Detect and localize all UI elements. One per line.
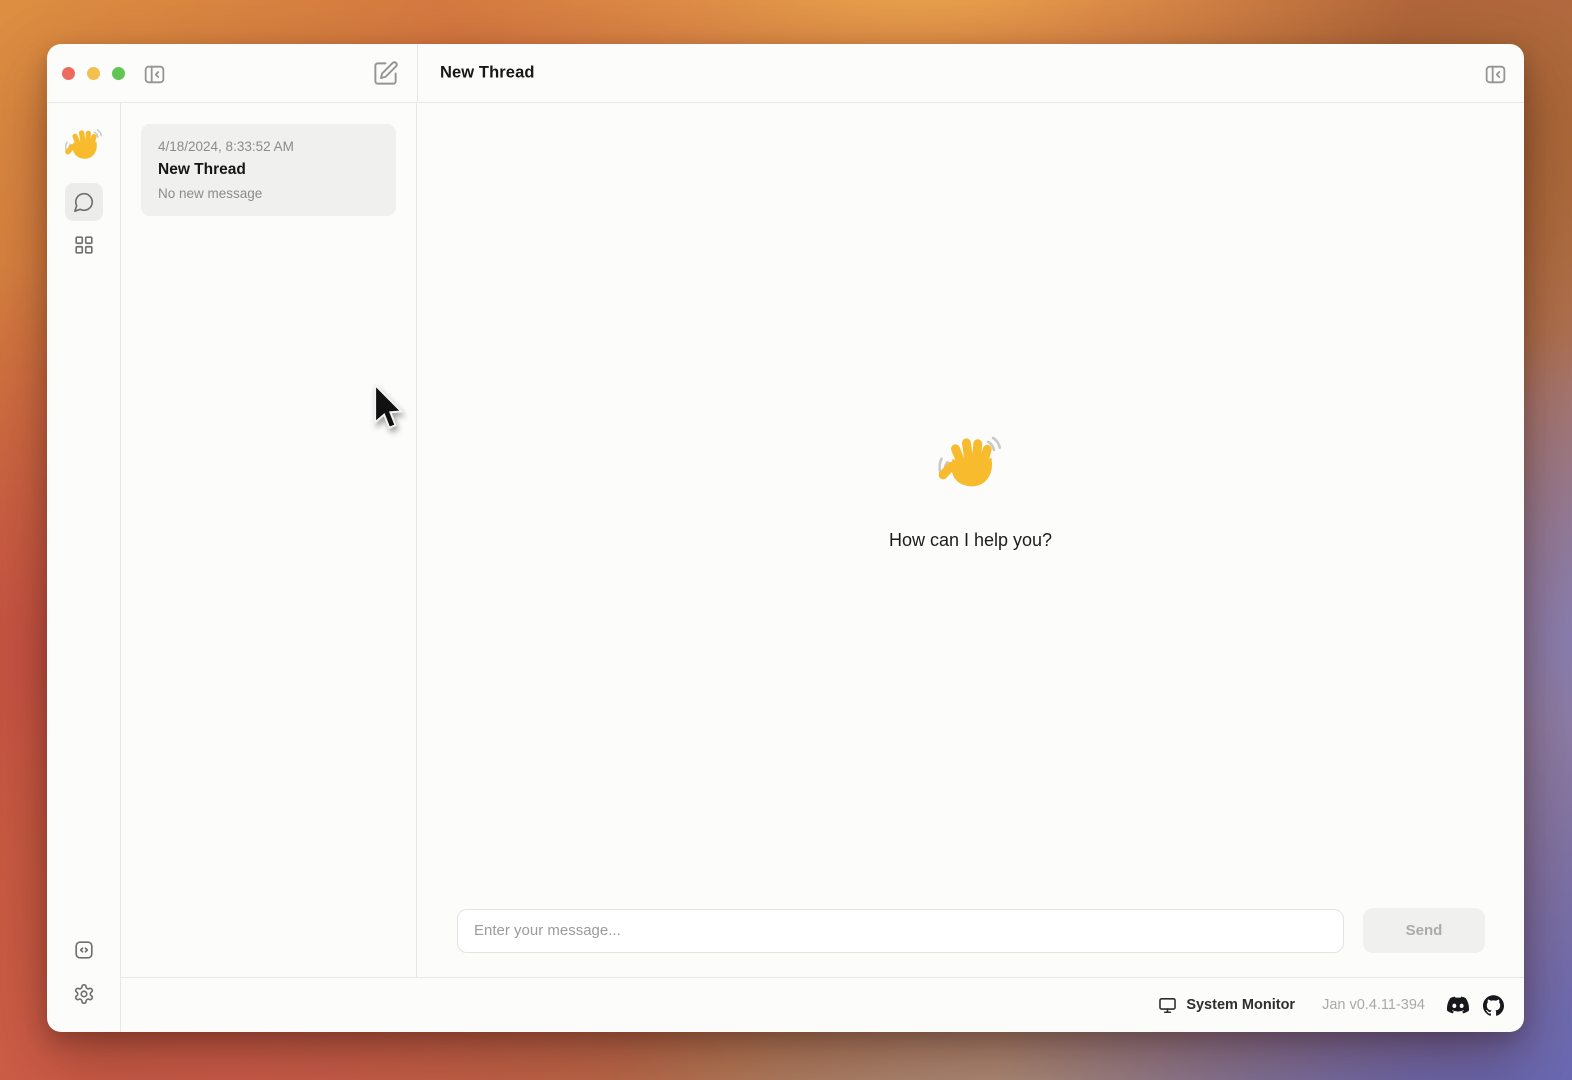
edit-pen-icon bbox=[372, 60, 399, 87]
github-icon bbox=[1483, 995, 1504, 1016]
tab-settings[interactable] bbox=[65, 975, 103, 1013]
thread-list-panel: 4/18/2024, 8:33:52 AM New Thread No new … bbox=[121, 103, 417, 977]
traffic-lights bbox=[62, 67, 125, 80]
panel-collapse-right-icon bbox=[1483, 62, 1508, 87]
app-logo-wave-emoji bbox=[65, 127, 103, 165]
system-monitor-button[interactable]: System Monitor bbox=[1158, 996, 1295, 1015]
code-square-icon bbox=[73, 939, 95, 961]
thread-subtitle: No new message bbox=[158, 186, 379, 201]
app-version-label: Jan v0.4.11-394 bbox=[1322, 997, 1425, 1013]
system-monitor-label: System Monitor bbox=[1186, 997, 1295, 1013]
discord-icon bbox=[1447, 994, 1469, 1016]
right-column: 4/18/2024, 8:33:52 AM New Thread No new … bbox=[121, 103, 1524, 1032]
empty-state-greeting: How can I help you? bbox=[889, 433, 1052, 551]
greeting-text: How can I help you? bbox=[889, 530, 1052, 551]
tab-local-api-server[interactable] bbox=[65, 931, 103, 969]
page-title: New Thread bbox=[440, 64, 535, 83]
tab-hub[interactable] bbox=[65, 226, 103, 264]
status-bar: System Monitor Jan v0.4.11-394 bbox=[121, 977, 1524, 1032]
title-bar: New Thread bbox=[47, 44, 1524, 103]
tab-threads[interactable] bbox=[65, 183, 103, 221]
left-ribbon bbox=[47, 103, 121, 1032]
thread-timestamp: 4/18/2024, 8:33:52 AM bbox=[158, 139, 379, 154]
new-thread-button[interactable] bbox=[371, 59, 399, 87]
send-button[interactable]: Send bbox=[1363, 908, 1485, 953]
workspace: 4/18/2024, 8:33:52 AM New Thread No new … bbox=[121, 103, 1524, 977]
discord-link[interactable] bbox=[1447, 994, 1469, 1016]
gear-icon bbox=[73, 983, 95, 1005]
titlebar-divider bbox=[417, 44, 418, 102]
monitor-icon bbox=[1158, 996, 1177, 1015]
message-input[interactable] bbox=[457, 909, 1344, 953]
close-window-button[interactable] bbox=[62, 67, 75, 80]
minimize-window-button[interactable] bbox=[87, 67, 100, 80]
panel-collapse-left-icon bbox=[142, 62, 167, 87]
waving-hand-emoji bbox=[938, 433, 1002, 497]
zoom-window-button[interactable] bbox=[112, 67, 125, 80]
window-content: 4/18/2024, 8:33:52 AM New Thread No new … bbox=[47, 103, 1524, 1032]
desktop: { "header": { "title": "New Thread" }, "… bbox=[0, 0, 1572, 1080]
collapse-left-panel-button[interactable] bbox=[141, 61, 167, 87]
chat-main-area: How can I help you? Send bbox=[417, 103, 1524, 977]
chat-bubble-icon bbox=[73, 191, 95, 213]
grid-icon bbox=[73, 234, 95, 256]
app-window: New Thread bbox=[47, 44, 1524, 1032]
message-composer: Send bbox=[457, 908, 1485, 953]
thread-list-item[interactable]: 4/18/2024, 8:33:52 AM New Thread No new … bbox=[141, 124, 396, 216]
thread-title: New Thread bbox=[158, 161, 379, 179]
collapse-right-panel-button[interactable] bbox=[1482, 61, 1508, 87]
github-link[interactable] bbox=[1483, 995, 1504, 1016]
